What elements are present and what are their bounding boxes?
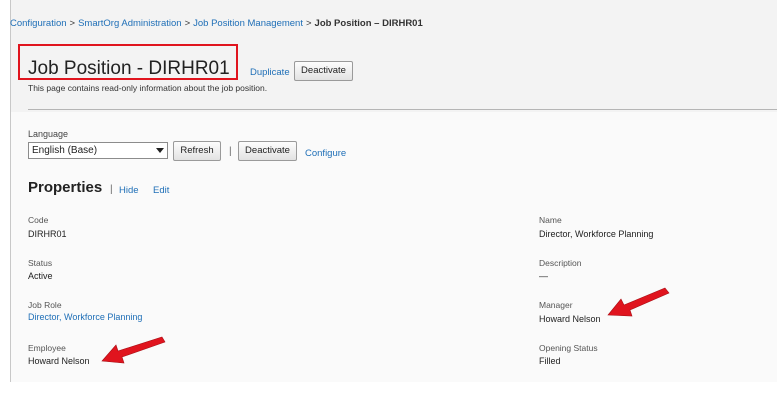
description-label: Description <box>539 258 582 268</box>
manager-value: Howard Nelson <box>539 314 601 324</box>
breadcrumb-smartorg-administration[interactable]: SmartOrg Administration <box>78 18 181 29</box>
language-label: Language <box>28 129 69 139</box>
code-label: Code <box>28 215 49 225</box>
name-label: Name <box>539 215 562 225</box>
properties-separator: | <box>110 184 113 195</box>
page-subtitle: This page contains read-only information… <box>28 83 268 93</box>
language-deactivate-button[interactable]: Deactivate <box>238 141 297 161</box>
breadcrumb-configuration[interactable]: Configuration <box>10 18 67 29</box>
manager-label: Manager <box>539 300 573 310</box>
breadcrumb-separator: > <box>305 18 312 29</box>
description-value: — <box>539 271 548 281</box>
deactivate-button[interactable]: Deactivate <box>294 61 353 81</box>
page-title: Job Position - DIRHR01 <box>28 58 230 79</box>
breadcrumb-separator: > <box>184 18 191 29</box>
breadcrumb-current: Job Position – DIRHR01 <box>314 18 423 29</box>
configure-link[interactable]: Configure <box>305 148 346 159</box>
hide-link[interactable]: Hide <box>119 185 139 196</box>
language-selected-value: English (Base) <box>32 145 98 156</box>
code-value: DIRHR01 <box>28 229 67 239</box>
edit-link[interactable]: Edit <box>153 185 169 196</box>
name-value: Director, Workforce Planning <box>539 229 654 239</box>
refresh-button[interactable]: Refresh <box>173 141 221 161</box>
header-divider <box>28 109 777 110</box>
job-role-label: Job Role <box>28 300 62 310</box>
toolbar-separator: | <box>229 146 232 157</box>
breadcrumb: Configuration > SmartOrg Administration > Jo… <box>10 18 423 29</box>
annotation-arrow-icon <box>607 287 670 317</box>
employee-label: Employee <box>28 343 66 353</box>
breadcrumb-job-position-management[interactable]: Job Position Management <box>193 18 303 29</box>
chevron-down-icon <box>156 148 164 153</box>
opening-status-label: Opening Status <box>539 343 598 353</box>
language-select[interactable]: English (Base) <box>28 142 168 159</box>
opening-status-value: Filled <box>539 356 561 366</box>
properties-title: Properties <box>28 179 103 196</box>
breadcrumb-separator: > <box>69 18 76 29</box>
job-role-link[interactable]: Director, Workforce Planning <box>28 312 142 322</box>
annotation-arrow-icon <box>101 336 166 364</box>
status-value: Active <box>28 271 53 281</box>
status-label: Status <box>28 258 53 268</box>
duplicate-link[interactable]: Duplicate <box>250 67 290 78</box>
employee-value: Howard Nelson <box>28 356 90 366</box>
